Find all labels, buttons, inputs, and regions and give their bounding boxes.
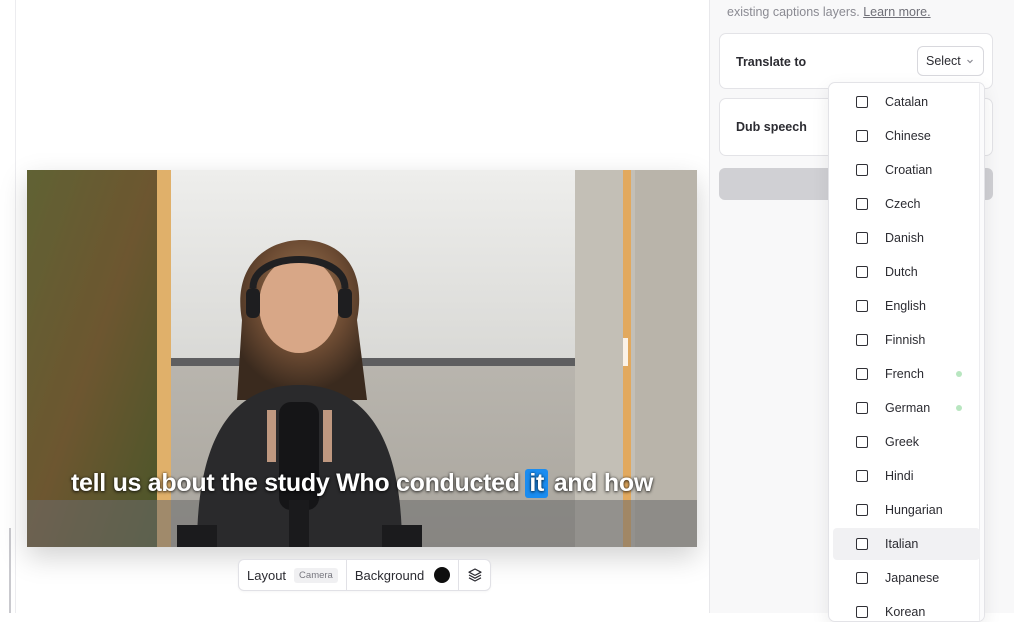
caption-word: us	[112, 469, 142, 497]
language-option[interactable]: Croatian	[833, 154, 980, 186]
learn-more-link[interactable]: Learn more.	[863, 5, 930, 19]
translate-label: Translate to	[736, 55, 807, 69]
language-checkbox[interactable]	[856, 164, 868, 176]
language-label: Croatian	[885, 163, 933, 177]
language-label: Japanese	[885, 571, 940, 585]
language-label: Dutch	[885, 265, 918, 279]
caption-word: the	[221, 469, 258, 497]
language-label: Italian	[885, 537, 919, 551]
status-dot	[956, 405, 962, 411]
caption-word-highlighted: it	[525, 469, 549, 498]
language-checkbox[interactable]	[856, 470, 868, 482]
language-option[interactable]: Japanese	[833, 562, 980, 594]
caption-word: tell	[70, 469, 106, 497]
video-preview[interactable]: tell us about the study Who conducted it…	[27, 170, 697, 547]
language-checkbox[interactable]	[856, 232, 868, 244]
language-checkbox[interactable]	[856, 334, 868, 346]
language-option[interactable]: Finnish	[833, 324, 980, 356]
language-label: Korean	[885, 605, 926, 619]
language-checkbox[interactable]	[856, 130, 868, 142]
caption-overlay[interactable]: tell us about the study Who conducted it…	[27, 469, 697, 498]
panel-help-text: existing captions layers. Learn more.	[727, 5, 931, 19]
language-option[interactable]: English	[833, 290, 980, 322]
language-label: Catalan	[885, 95, 929, 109]
caption-word: study	[264, 469, 330, 497]
language-label: Hungarian	[885, 503, 943, 517]
left-scrollbar[interactable]	[9, 528, 11, 613]
language-checkbox[interactable]	[856, 300, 868, 312]
language-checkbox[interactable]	[856, 402, 868, 414]
language-dropdown[interactable]: Catalan Chinese Croatian Czech Danish Dutch En…	[828, 82, 985, 622]
language-label: English	[885, 299, 926, 313]
caption-word: conducted	[396, 469, 520, 497]
language-checkbox[interactable]	[856, 572, 868, 584]
language-option[interactable]: Italian	[833, 528, 980, 560]
translate-card: Translate to Select	[719, 33, 993, 89]
language-option[interactable]: German	[833, 392, 980, 424]
caption-word: about	[147, 469, 215, 497]
layout-label: Layout	[247, 567, 287, 583]
language-option[interactable]: French	[833, 358, 980, 390]
language-label: Greek	[885, 435, 920, 449]
caption-word: how	[603, 469, 653, 497]
language-checkbox[interactable]	[856, 368, 868, 380]
status-dot	[956, 371, 962, 377]
language-checkbox[interactable]	[856, 504, 868, 516]
background-color-swatch	[434, 567, 451, 583]
language-option[interactable]: Chinese	[833, 120, 980, 152]
canvas-area: tell us about the study Who conducted it…	[17, 0, 709, 613]
language-label: Czech	[885, 197, 921, 211]
layout-button[interactable]: Layout Camera	[239, 560, 347, 590]
translate-select-value: Select	[926, 54, 961, 68]
language-option[interactable]: Dutch	[833, 256, 980, 288]
language-label: Finnish	[885, 333, 926, 347]
language-option[interactable]: Hindi	[833, 460, 980, 492]
language-checkbox[interactable]	[856, 96, 868, 108]
dub-speech-label: Dub speech	[736, 120, 807, 134]
layers-button[interactable]	[459, 560, 490, 590]
language-checkbox[interactable]	[856, 436, 868, 448]
left-edge-rail	[0, 0, 16, 613]
language-checkbox[interactable]	[856, 538, 868, 550]
language-checkbox[interactable]	[856, 606, 868, 618]
background-label: Background	[354, 567, 425, 583]
video-toolbar: Layout Camera Background	[238, 559, 492, 591]
background-button[interactable]: Background	[347, 560, 460, 590]
language-option[interactable]: Korean	[833, 596, 980, 621]
language-label: Hindi	[885, 469, 914, 483]
layout-value-badge: Camera	[294, 567, 338, 583]
language-label: German	[885, 401, 931, 415]
language-label: French	[885, 367, 924, 381]
layers-icon	[468, 568, 482, 582]
language-option[interactable]: Danish	[833, 222, 980, 254]
caption-word: Who	[336, 469, 390, 497]
language-label: Chinese	[885, 129, 931, 143]
language-option[interactable]: Czech	[833, 188, 980, 220]
help-text: existing captions layers.	[727, 5, 860, 19]
language-checkbox[interactable]	[856, 266, 868, 278]
chevron-down-icon	[967, 59, 973, 64]
translate-select[interactable]: Select	[917, 46, 984, 76]
language-option[interactable]: Greek	[833, 426, 980, 458]
language-checkbox[interactable]	[856, 198, 868, 210]
caption-word: and	[553, 469, 598, 497]
language-option[interactable]: Catalan	[833, 86, 980, 118]
language-option[interactable]: Hungarian	[833, 494, 980, 526]
language-label: Danish	[885, 231, 924, 245]
